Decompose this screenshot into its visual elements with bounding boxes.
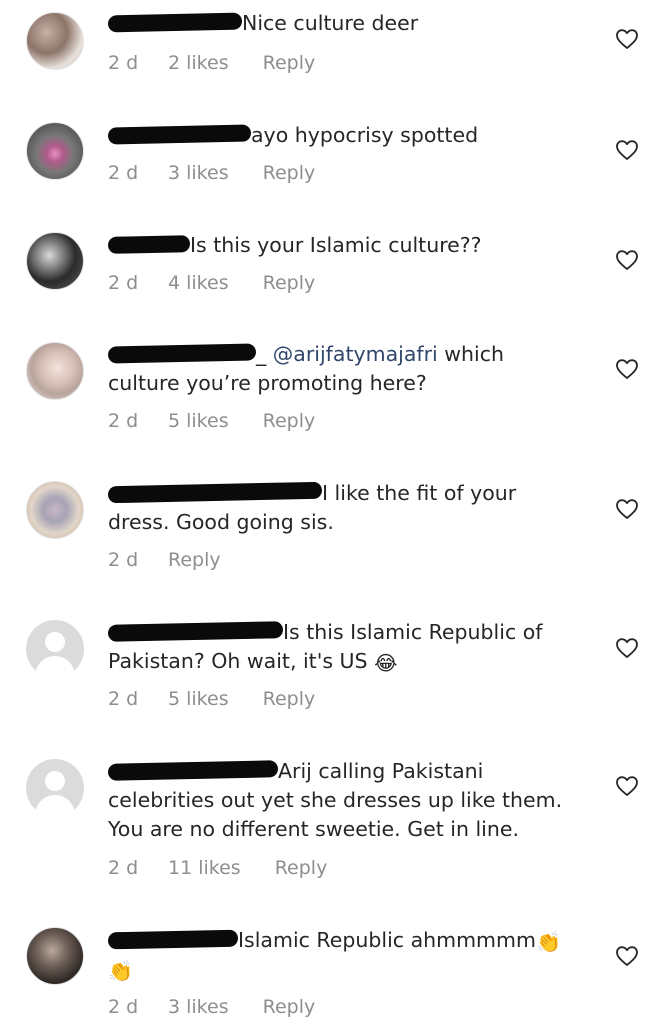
username-suffix: _	[256, 342, 267, 366]
comment-body: which	[437, 342, 504, 366]
heart-outline-icon[interactable]	[615, 498, 639, 520]
heart-outline-icon[interactable]	[615, 945, 639, 967]
comment-time: 2 d	[108, 857, 139, 879]
comment-text: ayo hypocrisy spotted	[107, 121, 598, 150]
comment-item: Is this your Islamic culture?? 2 d 4 like…	[0, 220, 661, 330]
heart-outline-icon[interactable]	[615, 139, 639, 161]
clapping-hands-emoji: 👏	[108, 959, 133, 983]
comment-time: 2 d	[108, 549, 139, 571]
likes-count[interactable]: 2 likes	[168, 51, 229, 75]
user-avatar[interactable]	[26, 122, 84, 180]
comment-item: _ @arijfatymajafri which culture you’re …	[0, 330, 661, 469]
redacted-username	[107, 343, 257, 364]
redacted-username	[107, 12, 243, 33]
comment-body: Is this Islamic Republic of	[283, 620, 543, 644]
redacted-username	[107, 481, 323, 504]
heart-outline-icon[interactable]	[615, 249, 639, 271]
reply-button[interactable]: Reply	[263, 271, 316, 295]
reply-button[interactable]: Reply	[263, 687, 316, 711]
comment-body: ayo hypocrisy spotted	[251, 123, 479, 147]
mention-link[interactable]: @arijfatymajafri	[273, 342, 438, 366]
likes-count[interactable]: 3 likes	[168, 995, 229, 1019]
comment-item: ayo hypocrisy spotted 2 d 3 likes Reply	[0, 110, 661, 220]
likes-count[interactable]: 5 likes	[168, 687, 229, 711]
comment-item: I like the fit of your dress. Good going…	[0, 469, 661, 608]
comment-text: I like the fit of your dress. Good going…	[107, 479, 598, 537]
comment-meta: 2 d 3 likes Reply	[108, 995, 315, 1019]
heart-outline-icon[interactable]	[615, 775, 639, 797]
heart-outline-icon[interactable]	[615, 358, 639, 380]
comment-text: Islamic Republic ahmmmmm👏 👏	[107, 926, 598, 984]
reply-button[interactable]: Reply	[263, 51, 316, 75]
comment-time: 2 d	[108, 162, 139, 184]
comment-body: Islamic Republic ahmmmmm	[238, 928, 536, 952]
comment-meta: 2 d 3 likes Reply	[108, 161, 315, 185]
comment-body-line2: Pakistan? Oh wait, it's US	[108, 649, 375, 673]
comment-text: Nice culture deer	[107, 9, 598, 38]
reply-button[interactable]: Reply	[263, 995, 316, 1019]
comment-body: Nice culture deer	[242, 11, 419, 35]
default-avatar-icon[interactable]	[26, 620, 84, 678]
user-avatar[interactable]	[26, 342, 84, 400]
user-avatar[interactable]	[26, 927, 84, 985]
comment-text: _ @arijfatymajafri which culture you’re …	[107, 340, 598, 398]
clapping-hands-emoji: 👏	[535, 930, 561, 954]
likes-count[interactable]: 5 likes	[168, 409, 229, 433]
comment-meta: 2 d 2 likes Reply	[108, 51, 315, 75]
heart-outline-icon[interactable]	[615, 28, 639, 50]
laughing-emoji: 😂	[374, 651, 398, 675]
comment-time: 2 d	[108, 52, 139, 74]
comment-meta: 2 d 4 likes Reply	[108, 271, 315, 295]
comment-body: Is this your Islamic culture??	[190, 233, 482, 257]
comment-meta: 2 d 5 likes Reply	[108, 687, 315, 711]
likes-count[interactable]: 4 likes	[168, 271, 229, 295]
redacted-username	[107, 760, 279, 781]
comment-meta: 2 d Reply	[108, 548, 221, 572]
comment-body-line2: dress. Good going sis.	[108, 510, 334, 534]
comment-time: 2 d	[108, 272, 139, 294]
comment-text: Arij calling Pakistani celebrities out y…	[107, 757, 598, 844]
user-avatar[interactable]	[26, 232, 84, 290]
heart-outline-icon[interactable]	[615, 637, 639, 659]
redacted-username	[107, 929, 239, 950]
comment-text: Is this Islamic Republic of Pakistan? Oh…	[107, 618, 598, 676]
redacted-username	[107, 235, 191, 254]
comment-item: Islamic Republic ahmmmmm👏 👏 2 d3 likes Re…	[0, 915, 661, 1024]
reply-button[interactable]: Reply	[168, 548, 221, 572]
comment-time: 2 d	[108, 996, 139, 1018]
redacted-username	[107, 621, 284, 642]
comment-item: Is this Islamic Republic of Pakistan? Oh…	[0, 608, 661, 747]
user-avatar[interactable]	[26, 12, 84, 70]
comment-time: 2 d	[108, 688, 139, 710]
comment-item: Nice culture deer 2 d 2 likes Reply	[0, 0, 661, 110]
redacted-username	[107, 124, 252, 145]
user-avatar[interactable]	[26, 481, 84, 539]
comment-body-line2: culture you’re promoting here?	[108, 371, 427, 395]
reply-button[interactable]: Reply	[275, 856, 328, 880]
comment-body-line3: You are no different sweetie. Get in lin…	[108, 817, 519, 841]
reply-button[interactable]: Reply	[263, 161, 316, 185]
likes-count[interactable]: 11 likes	[168, 856, 241, 880]
comment-meta: 2 d 5 likes Reply	[108, 409, 315, 433]
comment-body: I like the fit of your	[322, 481, 517, 505]
comment-item: Arij calling Pakistani celebrities out y…	[0, 747, 661, 915]
reply-button[interactable]: Reply	[263, 409, 316, 433]
comment-meta: 2 d 11 likes Reply	[108, 856, 327, 880]
default-avatar-icon[interactable]	[26, 759, 84, 817]
comment-body: Arij calling Pakistani	[278, 759, 484, 783]
likes-count[interactable]: 3 likes	[168, 161, 229, 185]
comment-body-line2: celebrities out yet she dresses up like …	[108, 788, 563, 812]
comment-time: 2 d	[108, 410, 139, 432]
comment-text: Is this your Islamic culture??	[107, 231, 598, 260]
